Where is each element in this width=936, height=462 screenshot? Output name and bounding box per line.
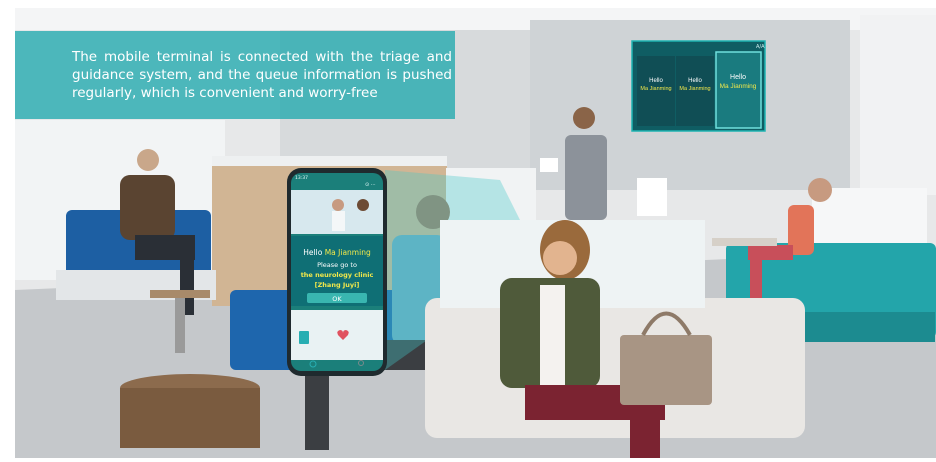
instruction-line-3: [Zhang Juyi] <box>315 281 360 289</box>
greeting-prefix: Hello <box>303 248 324 257</box>
smartphone: 13:37 ⊙ ··· Hello Ma Jianming Please go … <box>287 168 387 376</box>
ok-button-label[interactable]: OK <box>332 295 342 303</box>
document-icon[interactable] <box>299 331 309 344</box>
doctor-figure <box>332 199 344 211</box>
side-table-leg <box>175 298 185 353</box>
screen-panel-highlighted <box>715 51 762 129</box>
panel-name: Ma Jianming <box>720 83 757 90</box>
doctor-coat <box>332 211 345 231</box>
doorway <box>860 15 936 195</box>
ottoman <box>120 388 260 448</box>
screen-header-label: A/A <box>756 44 765 50</box>
banner-caption: The mobile terminal is connected with th… <box>72 49 452 101</box>
handbag <box>620 335 712 405</box>
instruction-line-2: the neurology clinic <box>301 271 374 279</box>
panel-hello: Hello <box>649 78 663 84</box>
nurse-figure <box>357 199 369 211</box>
greeting-line: Hello Ma Jianming <box>303 248 371 257</box>
side-table <box>150 290 210 298</box>
chair <box>637 178 667 216</box>
instruction-line-1: Please go to <box>317 261 357 269</box>
panel-name: Ma Jianming <box>640 86 671 92</box>
queue-display-screen: A/A Hello Ma Jianming Hello Ma Jianming … <box>631 40 766 132</box>
coffee-table-right <box>712 238 777 246</box>
panel-hello: Hello <box>730 74 746 81</box>
partition-top <box>212 156 447 166</box>
phone-status-time: 13:37 <box>295 175 308 181</box>
panel-name: Ma Jianming <box>679 86 710 92</box>
panel-hello: Hello <box>688 78 702 84</box>
phone-header-actions[interactable]: ⊙ ··· <box>365 182 376 188</box>
patient-name: Ma Jianming <box>325 248 371 257</box>
